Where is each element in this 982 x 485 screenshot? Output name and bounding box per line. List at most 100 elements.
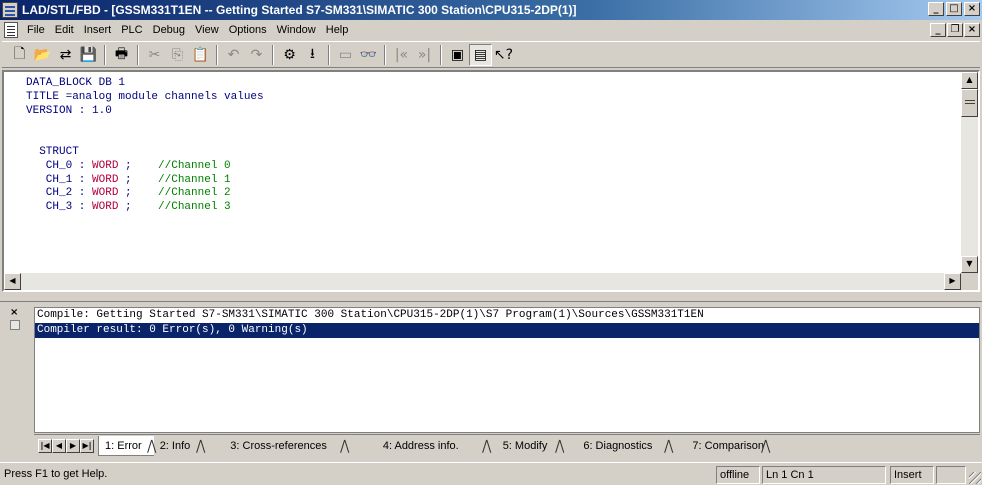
- undo-icon[interactable]: ↶: [222, 44, 245, 66]
- scroll-down-icon[interactable]: ▼: [961, 256, 978, 273]
- scroll-left-icon[interactable]: ◀: [4, 273, 21, 290]
- prev-network-icon[interactable]: |«: [390, 44, 413, 66]
- next-tab-icon[interactable]: ▶: [66, 438, 80, 453]
- code-text: CH_1 :: [26, 173, 93, 186]
- document-icon[interactable]: [4, 22, 18, 38]
- menu-window[interactable]: Window: [272, 24, 321, 36]
- restore-icon[interactable]: [10, 320, 20, 330]
- tab-modify[interactable]: 5: Modify: [489, 436, 562, 456]
- code-text: CH_2 :: [26, 187, 93, 200]
- simatic-app-icon[interactable]: [2, 2, 18, 18]
- close-icon[interactable]: ×: [10, 308, 20, 318]
- accessible-nodes-icon[interactable]: ⇄: [54, 44, 77, 66]
- source-code[interactable]: DATA_BLOCK DB 1 TITLE =analog module chan…: [4, 72, 961, 273]
- toolbar-separator: [384, 44, 386, 65]
- tab-error[interactable]: 1: Error: [98, 435, 154, 456]
- prev-tab-icon[interactable]: ◀: [52, 438, 66, 453]
- help-icon[interactable]: ↖?: [492, 44, 515, 66]
- code-text: VERSION : 1.0: [26, 104, 112, 117]
- output-line[interactable]: Compile: Getting Started S7-SM331\SIMATI…: [35, 308, 979, 323]
- first-tab-icon[interactable]: |◀: [38, 438, 52, 453]
- window-layout-icon[interactable]: ▣: [446, 44, 469, 66]
- doc-restore-button[interactable]: ❐: [947, 23, 963, 37]
- code-text: TITLE =analog module channels values: [26, 90, 264, 103]
- output-tabs: |◀ ◀ ▶ ▶| 1: Error 2: Info 3: Cross-refe…: [34, 434, 980, 456]
- scroll-right-icon[interactable]: ▶: [944, 273, 961, 290]
- maximize-button[interactable]: □: [946, 2, 962, 16]
- code-text: ;: [118, 173, 159, 186]
- code-line[interactable]: [26, 132, 961, 146]
- menu-view[interactable]: View: [190, 24, 224, 36]
- open-icon[interactable]: 📂: [31, 44, 54, 66]
- toolbar-separator: [440, 44, 442, 65]
- title-bar[interactable]: LAD/STL/FBD - [GSSM331T1EN -- Getting St…: [0, 0, 982, 20]
- glasses-icon[interactable]: 👓: [357, 44, 380, 66]
- status-message: Press F1 to get Help.: [4, 468, 108, 480]
- menu-debug[interactable]: Debug: [148, 24, 190, 36]
- code-line[interactable]: VERSION : 1.0: [26, 105, 961, 119]
- compile-icon[interactable]: ⚙: [278, 44, 301, 66]
- menu-insert[interactable]: Insert: [79, 24, 117, 36]
- tab-diagnostics[interactable]: 6: Diagnostics: [561, 436, 670, 456]
- tab-cross-references[interactable]: 3: Cross-references: [202, 436, 347, 456]
- code-comment: //Channel 2: [158, 187, 231, 200]
- code-line[interactable]: TITLE =analog module channels values: [26, 91, 961, 105]
- code-type: WORD: [92, 159, 119, 172]
- minimize-button[interactable]: _: [928, 2, 944, 16]
- scrollbar-corner: [961, 273, 978, 290]
- code-type: WORD: [92, 173, 119, 186]
- menu-options[interactable]: Options: [224, 24, 272, 36]
- save-icon[interactable]: 💾: [77, 44, 100, 66]
- code-comment: //Channel 0: [158, 159, 231, 172]
- code-line[interactable]: CH_3 : WORD ; //Channel 3: [26, 201, 961, 215]
- code-line[interactable]: CH_2 : WORD ; //Channel 2: [26, 187, 961, 201]
- menu-help[interactable]: Help: [321, 24, 354, 36]
- menu-edit[interactable]: Edit: [50, 24, 79, 36]
- toolbar-separator: [216, 44, 218, 65]
- code-line[interactable]: [26, 118, 961, 132]
- horizontal-scrollbar[interactable]: ◀ ▶: [4, 273, 961, 290]
- document-window-controls: _ ❐ ×: [930, 23, 980, 37]
- print-icon[interactable]: 🖶: [110, 44, 133, 66]
- paste-icon[interactable]: 📋: [189, 44, 212, 66]
- details-view-icon[interactable]: ▤: [469, 43, 492, 66]
- monitor-icon[interactable]: ▭: [334, 44, 357, 66]
- menu-bar: File Edit Insert PLC Debug View Options …: [0, 20, 982, 40]
- code-line[interactable]: DATA_BLOCK DB 1: [26, 77, 961, 91]
- resize-grip[interactable]: [969, 472, 981, 484]
- copy-icon[interactable]: ⎘: [166, 44, 189, 66]
- scroll-up-icon[interactable]: ▲: [961, 72, 978, 89]
- tab-comparison[interactable]: 7: Comparison: [670, 436, 768, 456]
- menu-plc[interactable]: PLC: [116, 24, 147, 36]
- scroll-thumb[interactable]: [961, 89, 978, 117]
- last-tab-icon[interactable]: ▶|: [80, 438, 94, 453]
- output-line-selected[interactable]: Compiler result: 0 Error(s), 0 Warning(s…: [35, 323, 979, 338]
- next-network-icon[interactable]: »|: [413, 44, 436, 66]
- code-comment: //Channel 3: [158, 201, 231, 214]
- code-text: CH_3 :: [26, 201, 93, 214]
- toolbar-separator: [137, 44, 139, 65]
- code-line[interactable]: STRUCT: [26, 146, 961, 160]
- tab-navigation: |◀ ◀ ▶ ▶|: [38, 438, 94, 453]
- new-icon[interactable]: 🗋: [8, 44, 31, 66]
- cut-icon[interactable]: ✂: [143, 44, 166, 66]
- download-icon[interactable]: ⭳: [301, 44, 324, 66]
- code-line[interactable]: CH_0 : WORD ; //Channel 0: [26, 160, 961, 174]
- pane-splitter[interactable]: [0, 293, 982, 302]
- redo-icon[interactable]: ↷: [245, 44, 268, 66]
- code-type: WORD: [92, 201, 119, 214]
- code-text: STRUCT: [26, 145, 79, 158]
- status-bar: Press F1 to get Help. offline Ln 1 Cn 1 …: [0, 462, 982, 485]
- code-line[interactable]: CH_1 : WORD ; //Channel 1: [26, 174, 961, 188]
- tab-address-info[interactable]: 4: Address info.: [347, 436, 489, 456]
- tab-info[interactable]: 2: Info: [154, 436, 203, 456]
- close-button[interactable]: ×: [964, 2, 980, 16]
- output-messages[interactable]: Compile: Getting Started S7-SM331\SIMATI…: [34, 307, 980, 433]
- vertical-scrollbar[interactable]: ▲ ▼: [961, 72, 978, 273]
- window-controls: _ □ ×: [928, 2, 980, 16]
- code-text: ;: [118, 159, 159, 172]
- doc-minimize-button[interactable]: _: [930, 23, 946, 37]
- source-editor[interactable]: DATA_BLOCK DB 1 TITLE =analog module chan…: [2, 70, 980, 292]
- menu-file[interactable]: File: [22, 24, 50, 36]
- doc-close-button[interactable]: ×: [964, 23, 980, 37]
